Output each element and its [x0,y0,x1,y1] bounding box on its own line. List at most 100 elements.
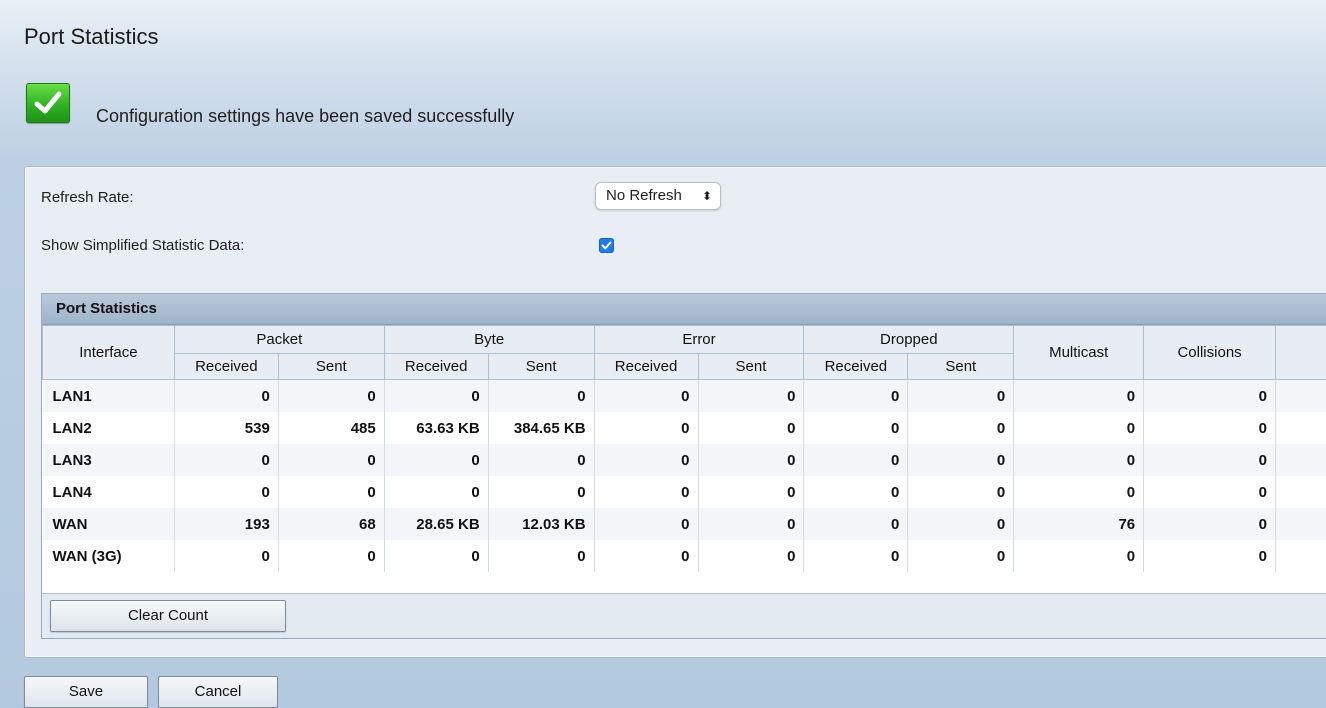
dropped-sent-cell: 0 [907,444,1015,476]
header-spacer [1275,325,1326,380]
error-received-cell: 0 [594,412,699,444]
dropped-received-cell: 0 [803,379,909,412]
collisions-cell: 0 [1143,540,1277,572]
header-byte-received: Received [383,353,489,380]
error-sent-cell: 0 [698,540,805,572]
table-title: Port Statistics [42,294,1326,325]
dropped-received-cell: 0 [803,444,909,476]
collisions-cell: 0 [1143,476,1277,508]
success-message: Configuration settings have been saved s… [96,106,515,126]
multicast-cell: 76 [1013,508,1145,540]
multicast-cell: 0 [1013,444,1145,476]
interface-cell: LAN3 [42,444,175,476]
page-title: Port Statistics [24,24,159,49]
error-sent-cell: 0 [698,379,805,412]
byte-sent-cell: 0 [488,379,595,412]
byte-received-cell: 0 [384,379,489,412]
spacer-cell [1275,476,1326,508]
packet-sent-cell: 0 [278,444,385,476]
table-row: LAN2 539 485 63.63 KB 384.65 KB 0 0 0 0 … [42,412,1326,444]
spacer-cell [1275,508,1326,540]
packet-received-cell: 0 [174,444,279,476]
multicast-cell: 0 [1013,540,1145,572]
spacer-cell [1275,379,1326,412]
byte-received-cell: 28.65 KB [384,508,489,540]
error-sent-cell: 0 [698,508,805,540]
header-interface: Interface [42,325,175,380]
interface-cell: WAN [42,508,175,540]
collisions-cell: 0 [1143,508,1277,540]
multicast-cell: 0 [1013,379,1145,412]
error-received-cell: 0 [594,540,699,572]
byte-sent-cell: 12.03 KB [488,508,595,540]
byte-received-cell: 0 [384,540,489,572]
collisions-cell: 0 [1143,444,1277,476]
error-sent-cell: 0 [698,444,805,476]
byte-received-cell: 0 [384,444,489,476]
refresh-rate-label: Refresh Rate: [41,189,134,206]
header-packet-sent: Sent [277,353,385,380]
error-received-cell: 0 [594,444,699,476]
header-dropped-received: Received [803,353,909,380]
simplified-stats-label: Show Simplified Statistic Data: [41,237,245,254]
header-packet: Packet [173,325,385,354]
spacer-cell [1275,412,1326,444]
save-button[interactable]: Save [24,676,148,708]
header-packet-received: Received [173,353,279,380]
table-row: LAN4 0 0 0 0 0 0 0 0 0 0 [42,476,1326,508]
interface-cell: WAN (3G) [42,540,175,572]
byte-sent-cell: 384.65 KB [488,412,595,444]
settings-panel: Refresh Rate: No Refresh ⬍ Show Simplifi… [24,166,1326,658]
table-footer: Clear Count [42,593,1326,638]
packet-sent-cell: 0 [278,379,385,412]
success-checkmark-icon [26,83,70,123]
interface-cell: LAN1 [42,379,175,412]
clear-count-button[interactable]: Clear Count [50,600,286,632]
interface-cell: LAN2 [42,412,175,444]
refresh-rate-value: No Refresh [606,187,682,204]
table-row: WAN (3G) 0 0 0 0 0 0 0 0 0 0 [42,540,1326,572]
packet-received-cell: 0 [174,476,279,508]
simplified-stats-checkbox[interactable] [599,238,614,253]
table-row: LAN1 0 0 0 0 0 0 0 0 0 0 [42,379,1326,412]
multicast-cell: 0 [1013,412,1145,444]
packet-sent-cell: 0 [278,476,385,508]
table-row: WAN 193 68 28.65 KB 12.03 KB 0 0 0 0 76 … [42,508,1326,540]
refresh-rate-select[interactable]: No Refresh ⬍ [595,182,721,210]
header-error-sent: Sent [697,353,805,380]
byte-received-cell: 63.63 KB [384,412,489,444]
packet-sent-cell: 0 [278,540,385,572]
collisions-cell: 0 [1143,379,1277,412]
header-error-received: Received [593,353,699,380]
header-error: Error [593,325,805,354]
header-multicast: Multicast [1013,325,1145,380]
multicast-cell: 0 [1013,476,1145,508]
spacer-cell [1275,444,1326,476]
collisions-cell: 0 [1143,412,1277,444]
packet-received-cell: 539 [174,412,279,444]
table-row: LAN3 0 0 0 0 0 0 0 0 0 0 [42,444,1326,476]
byte-sent-cell: 0 [488,444,595,476]
dropped-sent-cell: 0 [907,476,1015,508]
byte-sent-cell: 0 [488,540,595,572]
dropped-sent-cell: 0 [907,379,1015,412]
statistics-grid: Interface Packet Byte Error Dropped Mult… [42,325,1326,572]
header-dropped: Dropped [803,325,1015,354]
dropped-received-cell: 0 [803,412,909,444]
port-statistics-table: Port Statistics Interface Packet Byte Er… [41,293,1326,639]
cancel-button[interactable]: Cancel [158,676,278,708]
checkmark-icon [601,241,612,250]
dropped-received-cell: 0 [803,476,909,508]
dropped-sent-cell: 0 [907,508,1015,540]
dropped-sent-cell: 0 [907,412,1015,444]
up-down-arrows-icon: ⬍ [701,189,712,203]
error-received-cell: 0 [594,476,699,508]
error-received-cell: 0 [594,379,699,412]
error-sent-cell: 0 [698,476,805,508]
interface-cell: LAN4 [42,476,175,508]
header-collisions: Collisions [1143,325,1277,380]
spacer-cell [1275,540,1326,572]
packet-received-cell: 0 [174,379,279,412]
packet-sent-cell: 485 [278,412,385,444]
header-byte-sent: Sent [487,353,595,380]
